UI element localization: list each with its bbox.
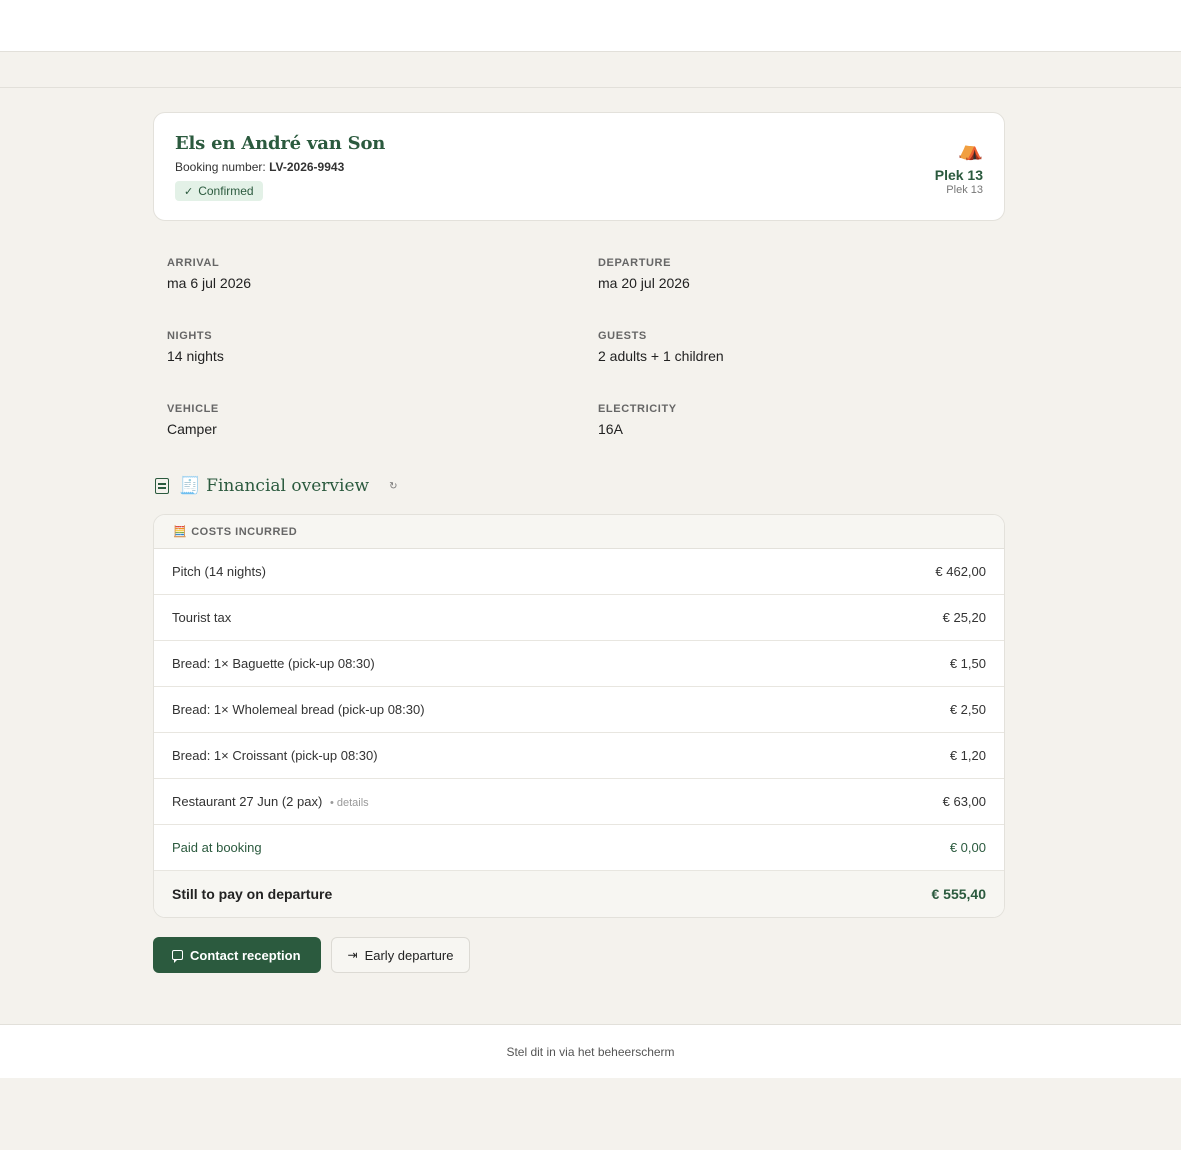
check-icon: ✓ (184, 185, 194, 198)
paid-description: Paid at booking (172, 840, 262, 855)
detail-label: VEHICLE (167, 403, 219, 415)
detail-value: 14 nights (167, 348, 224, 364)
booking-container: Els en André van Son Booking number: LV-… (153, 112, 1005, 973)
total-amount: € 555,40 (931, 886, 987, 902)
detail-arrival: ARRIVAL ma 6 jul 2026 (167, 257, 598, 330)
contact-reception-button[interactable]: Contact reception (153, 937, 321, 973)
detail-electricity: ELECTRICITY 16A (598, 403, 1019, 476)
tent-icon: ⛺ (958, 139, 983, 161)
booking-number: Booking number: LV-2026-9943 (175, 160, 983, 174)
early-departure-label: Early departure (364, 947, 454, 963)
costs-header: 🧮 COSTS INCURRED (154, 515, 1004, 549)
pitch-subtitle: Plek 13 (946, 184, 983, 196)
contact-reception-label: Contact reception (190, 947, 301, 963)
total-description: Still to pay on departure (172, 886, 333, 902)
cost-row: Bread: 1× Baguette (pick-up 08:30) € 1,5… (154, 641, 1004, 687)
footer: Stel dit in via het beheerscherm (0, 1024, 1181, 1078)
detail-vehicle: VEHICLE Camper (167, 403, 598, 476)
booking-number-label: Booking number: (175, 160, 266, 174)
cost-amount: € 1,50 (949, 656, 986, 671)
cost-amount: € 63,00 (942, 794, 986, 809)
detail-label: DEPARTURE (598, 257, 672, 269)
cost-description: Pitch (14 nights) (172, 564, 266, 579)
booking-card: Els en André van Son Booking number: LV-… (153, 112, 1005, 221)
exit-icon: ⇥ (347, 948, 358, 962)
total-row: Still to pay on departure € 555,40 (154, 871, 1004, 917)
cost-description: Bread: 1× Wholemeal bread (pick-up 08:30… (172, 702, 425, 717)
paid-row: Paid at booking € 0,00 (154, 825, 1004, 871)
detail-guests: GUESTS 2 adults + 1 children (598, 330, 1019, 403)
cost-row: Tourist tax € 25,20 (154, 595, 1004, 641)
cost-description: Bread: 1× Croissant (pick-up 08:30) (172, 748, 378, 763)
footer-text: Stel dit in via het beheerscherm (506, 1044, 675, 1059)
financial-header: 🧾 Financial overview ↻ (153, 472, 1005, 500)
cost-amount: € 462,00 (935, 564, 986, 579)
sub-bar (0, 52, 1181, 88)
action-buttons: Contact reception ⇥ Early departure (153, 937, 1005, 973)
booking-details: ARRIVAL ma 6 jul 2026 DEPARTURE ma 20 ju… (153, 221, 1005, 476)
cost-amount: € 2,50 (949, 702, 986, 717)
cost-description-wrap: Restaurant 27 Jun (2 pax) • details (172, 794, 369, 809)
paid-amount: € 0,00 (949, 840, 986, 855)
detail-value: Camper (167, 421, 217, 437)
cost-table: 🧮 COSTS INCURRED Pitch (14 nights) € 462… (153, 514, 1005, 918)
detail-value: 16A (598, 421, 623, 437)
top-bar (0, 0, 1181, 52)
status-text: Confirmed (198, 184, 254, 198)
detail-label: GUESTS (598, 330, 647, 342)
details-link[interactable]: • details (330, 797, 369, 809)
detail-nights: NIGHTS 14 nights (167, 330, 598, 403)
status-badge: ✓ Confirmed (175, 181, 263, 201)
cost-row: Bread: 1× Wholemeal bread (pick-up 08:30… (154, 687, 1004, 733)
detail-value: ma 6 jul 2026 (167, 275, 252, 291)
cost-row: Restaurant 27 Jun (2 pax) • details € 63… (154, 779, 1004, 825)
cost-amount: € 25,20 (942, 610, 986, 625)
booking-number-value: LV-2026-9943 (269, 160, 345, 174)
cost-description: Bread: 1× Baguette (pick-up 08:30) (172, 656, 375, 671)
pitch-info: ⛺ Plek 13 Plek 13 (935, 139, 983, 196)
calculator-icon: 🧮 (173, 526, 188, 538)
cost-row: Pitch (14 nights) € 462,00 (154, 549, 1004, 595)
costs-header-label: COSTS INCURRED (191, 525, 298, 538)
receipt-icon: 🧾 (179, 476, 201, 495)
early-departure-button[interactable]: ⇥ Early departure (330, 937, 471, 973)
chat-icon (172, 950, 183, 963)
financial-title: Financial overview (206, 476, 370, 496)
detail-departure: DEPARTURE ma 20 jul 2026 (598, 257, 1019, 330)
cost-description: Restaurant 27 Jun (2 pax) (172, 794, 323, 809)
refresh-icon[interactable]: ↻ (389, 481, 397, 492)
pitch-name: Plek 13 (934, 167, 983, 183)
detail-value: 2 adults + 1 children (598, 348, 724, 364)
guest-name: Els en André van Son (175, 133, 386, 154)
cost-row: Bread: 1× Croissant (pick-up 08:30) € 1,… (154, 733, 1004, 779)
detail-value: ma 20 jul 2026 (598, 275, 690, 291)
cost-description: Tourist tax (172, 610, 232, 625)
detail-label: NIGHTS (167, 330, 213, 342)
document-icon (155, 478, 169, 494)
detail-label: ARRIVAL (167, 257, 220, 269)
detail-label: ELECTRICITY (598, 403, 677, 415)
cost-amount: € 1,20 (949, 748, 986, 763)
